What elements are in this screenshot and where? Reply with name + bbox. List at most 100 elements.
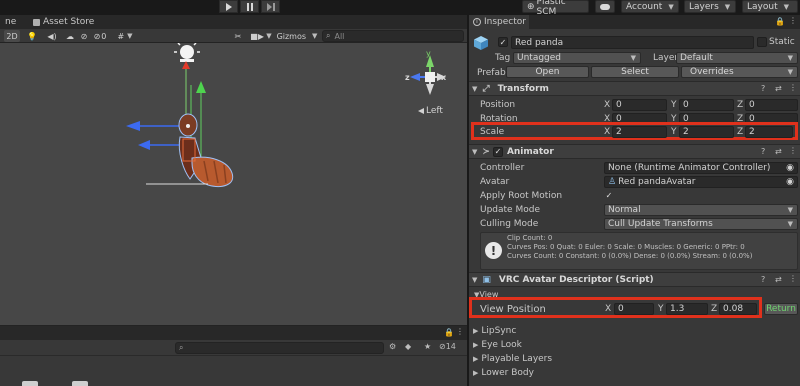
plastic-scm-button[interactable]: ⊕ Plastic SCM	[522, 0, 589, 17]
culling-mode-dropdown[interactable]: Cull Update Transforms ▼	[604, 218, 798, 230]
layout-dropdown[interactable]: Layout ▼	[742, 0, 798, 13]
lower-body-foldout[interactable]: ▶ Lower Body	[473, 368, 534, 378]
eye-slash-icon: ⊘	[93, 31, 101, 41]
tag-dropdown[interactable]: Untagged ▼	[513, 52, 641, 64]
preset-icon[interactable]: ⇄	[775, 84, 782, 93]
more-menu-icon[interactable]: ⋮	[789, 274, 797, 283]
info-icon: i	[473, 18, 481, 26]
prefab-overrides-dropdown[interactable]: Overrides ▼	[681, 66, 798, 78]
hidden-packages-toggle[interactable]: ⊘ 14	[439, 342, 456, 351]
layer-dropdown[interactable]: Default ▼	[676, 52, 798, 64]
gameobject-cube-icon	[473, 35, 489, 51]
chevron-down-icon: ▼	[127, 32, 133, 40]
more-menu-icon[interactable]: ⋮	[789, 83, 797, 92]
scene-search-input[interactable]: ⌕ All	[322, 30, 464, 42]
orientation-view-label[interactable]: Left	[418, 106, 443, 116]
controller-field[interactable]: None (Runtime Animator Controller) ◉	[604, 162, 798, 174]
animator-header[interactable]: ▼ ≻ ✓ Animator	[469, 144, 800, 159]
2d-toggle[interactable]: 2D	[4, 30, 20, 42]
update-mode-label: Update Mode	[480, 205, 540, 215]
active-checkbox[interactable]: ✓	[498, 37, 508, 47]
preset-icon[interactable]: ⇄	[775, 147, 782, 156]
main-toolbar: ⊕ Plastic SCM Account ▼ Layers ▼ Layout …	[0, 0, 800, 17]
light-icon[interactable]	[174, 43, 200, 62]
lipsync-foldout[interactable]: ▶ LipSync	[473, 326, 516, 336]
view-y-field[interactable]: 1.3	[666, 303, 708, 315]
object-name-value: Red panda	[515, 37, 564, 48]
chevron-down-icon[interactable]: ▼	[266, 30, 272, 42]
position-z-value: 0	[749, 100, 755, 110]
step-button[interactable]	[261, 0, 280, 13]
grid-toggle[interactable]: # ▼	[113, 30, 137, 42]
account-dropdown[interactable]: Account ▼	[621, 0, 679, 13]
vrc-descriptor-header[interactable]: ▼ ▣ VRC Avatar Descriptor (Script)	[469, 272, 800, 287]
orientation-z-label: z	[405, 73, 410, 82]
object-picker-icon[interactable]: ◉	[786, 177, 794, 187]
hidden-objects-icon[interactable]: ⊘ 0	[93, 30, 107, 42]
bottom-search-input[interactable]: ⌕	[175, 342, 384, 354]
gizmos-label: Gizmos	[276, 31, 307, 41]
help-icon[interactable]: ?	[761, 84, 765, 93]
return-button[interactable]: Return	[764, 303, 798, 315]
prefab-open-button[interactable]: Open	[506, 66, 589, 78]
position-y-field[interactable]: 0	[679, 99, 734, 111]
effects-icon[interactable]: ☁	[63, 30, 77, 42]
object-picker-icon[interactable]: ◉	[786, 163, 794, 173]
cloud-button[interactable]	[595, 0, 615, 13]
pause-button[interactable]	[240, 0, 259, 13]
more-menu-icon[interactable]: ⋮	[789, 16, 797, 25]
tab-asset-store[interactable]: Asset Store	[28, 15, 99, 29]
playable-layers-foldout[interactable]: ▶ Playable Layers	[473, 354, 552, 364]
camera-icon[interactable]: ■▶	[250, 30, 264, 42]
light-move-gizmo[interactable]	[182, 61, 190, 119]
audio-icon[interactable]: ◀)	[46, 30, 58, 42]
position-x-field[interactable]: 0	[612, 99, 667, 111]
apply-root-motion-checkbox[interactable]: ✓	[604, 190, 614, 200]
more-menu-icon[interactable]: ⋮	[456, 327, 464, 336]
favorite-icon[interactable]: ★	[424, 342, 431, 351]
folder-icon[interactable]	[22, 381, 38, 386]
search-placeholder: All	[334, 31, 345, 41]
static-checkbox[interactable]	[757, 37, 767, 47]
chevron-down-icon: ▼	[724, 2, 731, 11]
tab-scene[interactable]: ne	[0, 15, 21, 29]
transform-header[interactable]: ▼ ⤢ Transform	[469, 81, 800, 96]
foldout-arrow-icon: ▶	[473, 355, 479, 363]
eye-look-foldout[interactable]: ▶ Eye Look	[473, 340, 522, 350]
layer-value: Default	[680, 53, 713, 63]
view-x-field[interactable]: 0	[614, 303, 654, 315]
lock-icon[interactable]: 🔒	[444, 328, 454, 337]
scale-z-field[interactable]: 2	[745, 126, 793, 138]
scale-x-field[interactable]: 2	[612, 126, 667, 138]
object-name-input[interactable]: Red panda	[511, 36, 754, 49]
animator-enabled-checkbox[interactable]: ✓	[492, 146, 503, 157]
avatar-field[interactable]: ♙ Red pandaAvatar ◉	[604, 176, 798, 188]
update-mode-dropdown[interactable]: Normal ▼	[604, 204, 798, 216]
tab-inspector[interactable]: i Inspector	[469, 15, 529, 29]
position-z-field[interactable]: 0	[745, 99, 798, 111]
scene-visibility-icon[interactable]: ⊘	[79, 30, 89, 42]
help-icon[interactable]: ?	[761, 275, 765, 284]
preset-icon[interactable]: ⇄	[775, 275, 782, 284]
more-menu-icon[interactable]: ⋮	[789, 146, 797, 155]
chevron-down-icon: ▼	[783, 2, 789, 11]
scene-canvas[interactable]	[0, 43, 467, 325]
layers-label: Layers	[689, 1, 719, 12]
pause-icon	[246, 2, 253, 11]
gizmos-dropdown[interactable]: Gizmos ▼	[274, 30, 320, 42]
prefab-select-button[interactable]: Select	[591, 66, 679, 78]
lighting-icon[interactable]: 💡	[26, 30, 38, 42]
scale-y-field[interactable]: 2	[679, 126, 734, 138]
folder-icon[interactable]	[72, 381, 88, 386]
red-panda-model[interactable]	[178, 113, 234, 187]
tools-icon[interactable]: ✂	[232, 30, 244, 42]
label-filter-icon[interactable]: ◆	[405, 342, 411, 351]
lock-icon[interactable]: 🔒	[775, 17, 785, 26]
bottom-panel: 🔒 ⋮ ⌕ ⚙ ◆ ★ ⊘ 14	[0, 325, 467, 386]
help-icon[interactable]: ?	[761, 147, 765, 156]
play-button[interactable]	[219, 0, 238, 13]
layers-dropdown[interactable]: Layers ▼	[684, 0, 736, 13]
orientation-y-label: y	[426, 49, 431, 58]
filter-type-icon[interactable]: ⚙	[389, 342, 396, 351]
view-z-field[interactable]: 0.08	[719, 303, 757, 315]
